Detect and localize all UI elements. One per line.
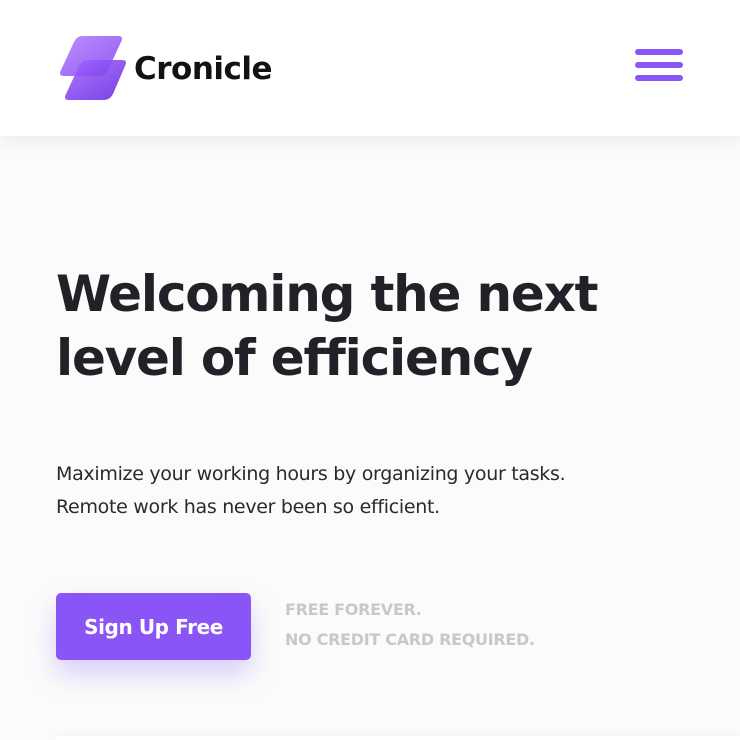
brand-name: Cronicle (134, 51, 273, 87)
hamburger-menu-icon-bar (635, 75, 683, 81)
next-section-edge (56, 736, 740, 740)
hero-subtitle: Maximize your working hours by organizin… (56, 458, 696, 524)
cronicle-logo-icon (60, 36, 126, 100)
cta-note-line-1: FREE FOREVER. (285, 600, 422, 619)
cta-note-line-2: NO CREDIT CARD REQUIRED. (285, 630, 535, 649)
hamburger-menu-button[interactable] (632, 44, 686, 86)
cta-note: FREE FOREVER. NO CREDIT CARD REQUIRED. (285, 595, 535, 655)
hero-subtitle-line-1: Maximize your working hours by organizin… (56, 463, 566, 485)
site-header: Cronicle (0, 0, 740, 136)
hero-subtitle-line-2: Remote work has never been so efficient. (56, 496, 440, 518)
hero-section: Welcoming the next level of efficiency (56, 262, 696, 390)
hamburger-menu-icon-bar (635, 62, 683, 68)
sign-up-free-button[interactable]: Sign Up Free (56, 593, 251, 660)
hamburger-menu-icon (635, 49, 683, 55)
landing-page: Cronicle Welcoming the next level of eff… (0, 0, 740, 740)
brand-logo-link[interactable]: Cronicle (58, 34, 273, 104)
hero-title: Welcoming the next level of efficiency (56, 262, 696, 390)
hero-title-line-2: level of efficiency (56, 329, 533, 387)
hero-title-line-1: Welcoming the next (56, 265, 599, 323)
